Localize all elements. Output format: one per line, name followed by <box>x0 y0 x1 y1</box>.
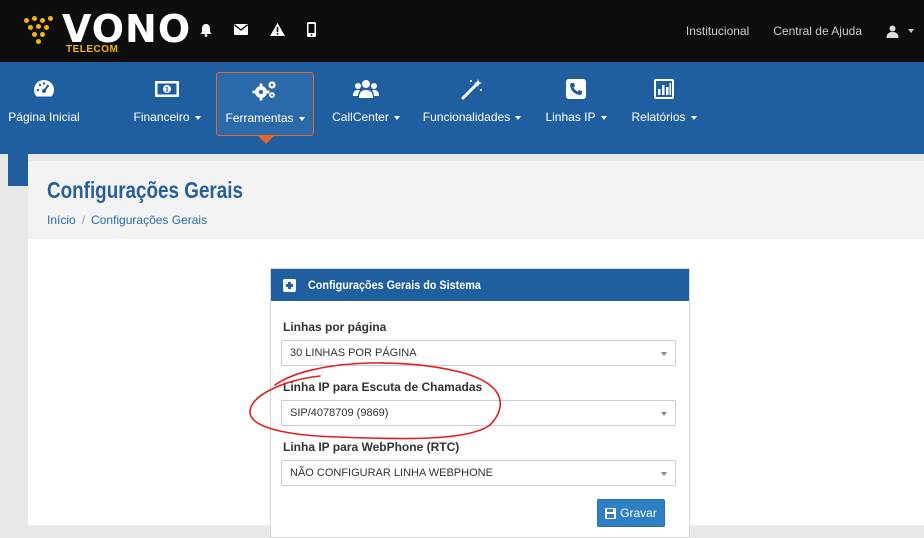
breadcrumb: Início / Configurações Gerais <box>47 213 207 227</box>
main-nav: Página Inicial 1 Financeiro Ferramentas … <box>0 62 924 154</box>
nav-item-financeiro[interactable]: 1 Financeiro <box>122 72 212 136</box>
magic-wand-icon <box>461 79 482 100</box>
select-linhas-por-pagina[interactable]: 30 LINHAS POR PÁGINA <box>281 340 676 366</box>
chevron-down-icon <box>661 352 667 356</box>
bell-icon[interactable] <box>200 23 212 37</box>
chevron-down-icon <box>515 115 522 120</box>
main-content: Configurações Gerais Início / Configuraç… <box>28 161 924 538</box>
nav-label: Relatórios <box>631 110 686 124</box>
panel-header[interactable]: Configurações Gerais do Sistema <box>271 269 689 301</box>
link-central-ajuda[interactable]: Central de Ajuda <box>773 24 862 38</box>
users-icon <box>353 80 379 98</box>
nav-item-ferramentas[interactable]: Ferramentas <box>216 72 314 136</box>
chevron-down-icon <box>908 29 914 33</box>
svg-text:1: 1 <box>165 87 169 94</box>
gears-icon <box>252 81 276 101</box>
nav-label: Financeiro <box>133 110 190 124</box>
money-icon: 1 <box>155 81 179 97</box>
nav-item-callcenter[interactable]: CallCenter <box>326 72 406 136</box>
chevron-down-icon <box>298 116 305 121</box>
top-icons <box>200 22 316 37</box>
warning-icon[interactable] <box>270 23 285 36</box>
save-label: Gravar <box>620 506 657 520</box>
mobile-icon[interactable] <box>307 22 316 37</box>
active-nav-pointer <box>258 136 274 144</box>
nav-label: CallCenter <box>332 110 389 124</box>
plus-square-icon <box>283 278 296 292</box>
phone-icon <box>566 79 586 99</box>
envelope-icon[interactable] <box>234 24 248 35</box>
chevron-down-icon <box>393 115 400 120</box>
panel-title: Configurações Gerais do Sistema <box>308 278 481 292</box>
logo-text: VONO <box>62 7 192 51</box>
chevron-down-icon <box>600 115 607 120</box>
nav-item-pagina-inicial[interactable]: Página Inicial <box>0 72 88 136</box>
chevron-down-icon <box>690 115 697 120</box>
logo-dots-icon <box>22 16 58 46</box>
save-button[interactable]: Gravar <box>597 499 665 527</box>
breadcrumb-separator: / <box>81 213 86 227</box>
bar-chart-icon <box>654 79 674 99</box>
breadcrumb-inicio[interactable]: Início <box>47 213 76 227</box>
select-linha-ip-webphone[interactable]: NÃO CONFIGURAR LINHA WEBPHONE <box>281 460 676 486</box>
link-institucional[interactable]: Institucional <box>686 24 749 38</box>
nav-item-funcionalidades[interactable]: Funcionalidades <box>420 72 524 136</box>
chevron-down-icon <box>661 412 667 416</box>
user-icon <box>886 25 899 38</box>
select-value: SIP/4078709 (9869) <box>290 407 389 419</box>
nav-item-linhas-ip[interactable]: Linhas IP <box>540 72 612 136</box>
top-right-links: Institucional Central de Ajuda <box>686 0 924 62</box>
page-title: Configurações Gerais <box>47 177 244 203</box>
select-linha-ip-escuta[interactable]: SIP/4078709 (9869) <box>281 400 676 426</box>
chevron-down-icon <box>194 115 201 120</box>
dashboard-icon <box>34 80 54 97</box>
select-value: NÃO CONFIGURAR LINHA WEBPHONE <box>290 467 493 479</box>
vono-logo[interactable]: VONO TELECOM <box>22 7 192 55</box>
nav-label: Funcionalidades <box>422 110 511 124</box>
nav-extension <box>8 154 28 186</box>
breadcrumb-current: Configurações Gerais <box>91 213 208 227</box>
nav-label: Linhas IP <box>545 110 596 124</box>
settings-panel: Configurações Gerais do Sistema Linhas p… <box>270 268 690 538</box>
logo-subtext: TELECOM <box>66 44 119 55</box>
field-label-linhas-por-pagina: Linhas por página <box>283 320 387 334</box>
user-menu[interactable] <box>886 25 914 38</box>
select-value: 30 LINHAS POR PÁGINA <box>290 347 417 359</box>
floppy-disk-icon <box>605 507 617 519</box>
nav-label: Página Inicial <box>8 110 80 124</box>
top-bar: VONO TELECOM Institucional Central de Aj… <box>0 0 924 62</box>
chevron-down-icon <box>661 472 667 476</box>
field-label-linha-ip-webphone: Linha IP para WebPhone (RTC) <box>283 440 460 454</box>
nav-label: Ferramentas <box>225 111 294 125</box>
page-header: Configurações Gerais Início / Configuraç… <box>28 161 924 239</box>
field-label-linha-ip-escuta: Linha IP para Escuta de Chamadas <box>283 380 483 394</box>
nav-item-relatorios[interactable]: Relatórios <box>628 72 700 136</box>
